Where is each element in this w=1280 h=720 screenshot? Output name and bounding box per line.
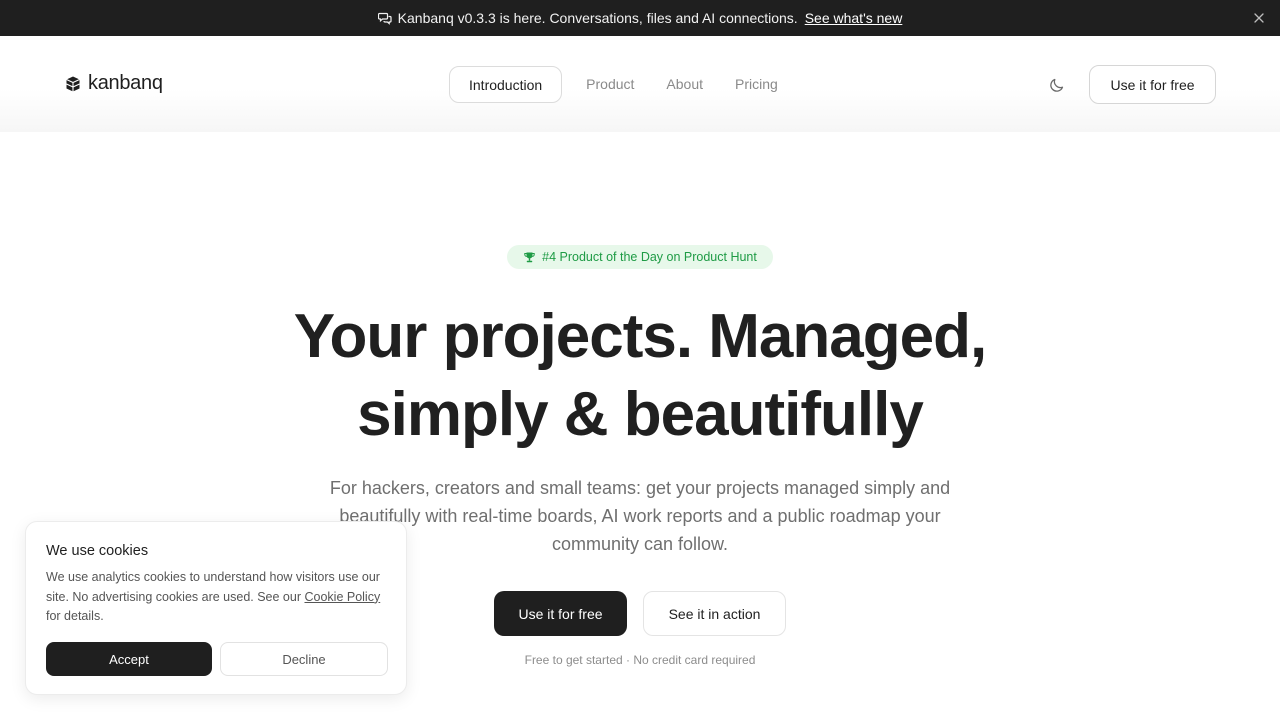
logo[interactable]: kanbanq [64, 72, 163, 95]
cookie-actions: Accept Decline [46, 642, 388, 676]
nav-product[interactable]: Product [574, 66, 646, 103]
hero-headline: Your projects. Managed, simply & beautif… [0, 298, 1280, 454]
decline-cookies-button[interactable]: Decline [220, 642, 388, 676]
moon-icon[interactable] [1048, 76, 1066, 94]
close-icon[interactable] [1252, 11, 1266, 25]
cookie-policy-link[interactable]: Cookie Policy [304, 590, 380, 604]
product-hunt-badge: #4 Product of the Day on Product Hunt [507, 245, 773, 269]
headline-line-2: simply & beautifully [357, 380, 924, 449]
headline-line-1: Your projects. Managed, [293, 302, 987, 371]
cube-stack-icon [66, 76, 80, 91]
cookie-title: We use cookies [46, 543, 149, 559]
hero-use-free-button[interactable]: Use it for free [494, 591, 627, 636]
trophy-icon [524, 252, 535, 262]
announcement-text: Kanbanq v0.3.3 is here. Conversations, f… [397, 10, 798, 26]
see-in-action-button[interactable]: See it in action [643, 591, 786, 636]
accept-cookies-button[interactable]: Accept [46, 642, 212, 676]
nav-about[interactable]: About [654, 66, 715, 103]
announcement-bar: Kanbanq v0.3.3 is here. Conversations, f… [0, 0, 1280, 36]
logo-text: kanbanq [88, 72, 163, 94]
cookie-body: We use analytics cookies to understand h… [46, 568, 386, 627]
main-nav: Introduction Product About Pricing [449, 66, 790, 103]
whats-new-link[interactable]: See what's new [805, 10, 903, 26]
badge-text: #4 Product of the Day on Product Hunt [542, 250, 757, 264]
cookie-body-suffix: for details. [46, 609, 104, 623]
site-header: kanbanq Introduction Product About Prici… [0, 36, 1280, 132]
nav-pricing[interactable]: Pricing [723, 66, 790, 103]
header-use-free-button[interactable]: Use it for free [1089, 65, 1216, 104]
nav-introduction[interactable]: Introduction [449, 66, 563, 103]
cookie-dialog: We use cookies We use analytics cookies … [25, 521, 407, 695]
chat-bubbles-icon [377, 12, 392, 25]
